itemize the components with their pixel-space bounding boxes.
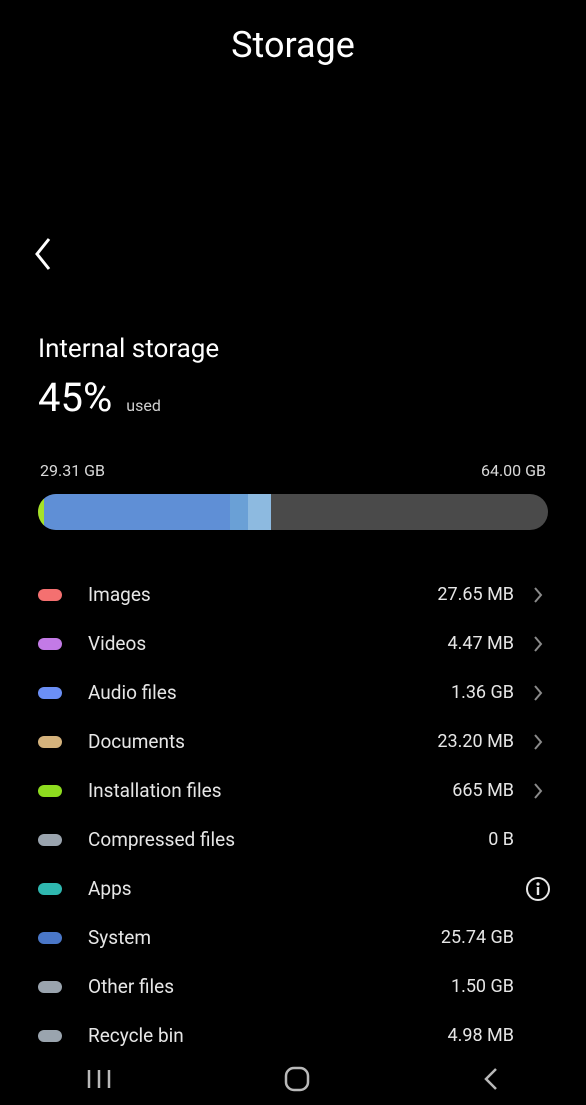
category-row-compressed-files: Compressed files0 B bbox=[38, 815, 548, 864]
category-row-other-files: Other files1.50 GB bbox=[38, 962, 548, 1011]
category-color-dot bbox=[38, 736, 62, 748]
category-value: 0 B bbox=[488, 829, 514, 850]
total-size: 64.00 GB bbox=[481, 461, 546, 480]
category-label: Videos bbox=[88, 632, 448, 655]
category-value: 4.47 MB bbox=[448, 633, 515, 654]
chevron-right-icon bbox=[533, 684, 543, 702]
chevron-right-icon bbox=[533, 733, 543, 751]
category-row-videos[interactable]: Videos4.47 MB bbox=[38, 619, 548, 668]
category-label: Recycle bin bbox=[88, 1024, 448, 1047]
category-color-dot bbox=[38, 981, 62, 993]
category-row-audio-files[interactable]: Audio files1.36 GB bbox=[38, 668, 548, 717]
used-percent: 45% bbox=[38, 374, 112, 421]
category-row-documents[interactable]: Documents23.20 MB bbox=[38, 717, 548, 766]
category-value: 1.50 GB bbox=[451, 976, 514, 997]
category-value: 665 MB bbox=[452, 780, 514, 801]
category-row-images[interactable]: Images27.65 MB bbox=[38, 570, 548, 619]
category-label: Documents bbox=[88, 730, 437, 753]
category-value: 25.74 GB bbox=[441, 927, 514, 948]
page-title: Storage bbox=[0, 24, 586, 66]
category-label: Apps bbox=[88, 877, 514, 900]
category-color-dot bbox=[38, 1030, 62, 1042]
category-value: 4.98 MB bbox=[448, 1025, 515, 1046]
chevron-right-icon bbox=[533, 782, 543, 800]
nav-back-icon[interactable] bbox=[480, 1064, 502, 1094]
storage-bar-segment bbox=[44, 494, 230, 530]
category-row-installation-files[interactable]: Installation files665 MB bbox=[38, 766, 548, 815]
category-color-dot bbox=[38, 932, 62, 944]
back-icon[interactable] bbox=[32, 236, 586, 272]
used-size: 29.31 GB bbox=[40, 461, 105, 480]
category-color-dot bbox=[38, 638, 62, 650]
category-row-apps[interactable]: Apps bbox=[38, 864, 548, 913]
category-label: System bbox=[88, 926, 441, 949]
category-row-system: System25.74 GB bbox=[38, 913, 548, 962]
category-color-dot bbox=[38, 883, 62, 895]
home-icon[interactable] bbox=[282, 1064, 312, 1094]
used-label: used bbox=[126, 396, 161, 415]
category-color-dot bbox=[38, 589, 62, 601]
storage-heading: Internal storage bbox=[38, 334, 548, 364]
category-value: 23.20 MB bbox=[437, 731, 514, 752]
category-color-dot bbox=[38, 834, 62, 846]
info-icon[interactable] bbox=[525, 876, 551, 902]
category-label: Installation files bbox=[88, 779, 452, 802]
category-label: Images bbox=[88, 583, 437, 606]
category-row-recycle-bin: Recycle bin4.98 MB bbox=[38, 1011, 548, 1060]
category-color-dot bbox=[38, 687, 62, 699]
chevron-right-icon bbox=[533, 586, 543, 604]
category-label: Other files bbox=[88, 975, 451, 998]
storage-bar-segment bbox=[230, 494, 248, 530]
category-value: 27.65 MB bbox=[437, 584, 514, 605]
storage-bar bbox=[38, 494, 548, 530]
category-value: 1.36 GB bbox=[451, 682, 514, 703]
chevron-right-icon bbox=[533, 635, 543, 653]
category-color-dot bbox=[38, 785, 62, 797]
category-label: Audio files bbox=[88, 681, 451, 704]
category-label: Compressed files bbox=[88, 828, 488, 851]
recents-icon[interactable] bbox=[84, 1067, 114, 1091]
storage-bar-segment bbox=[248, 494, 271, 530]
